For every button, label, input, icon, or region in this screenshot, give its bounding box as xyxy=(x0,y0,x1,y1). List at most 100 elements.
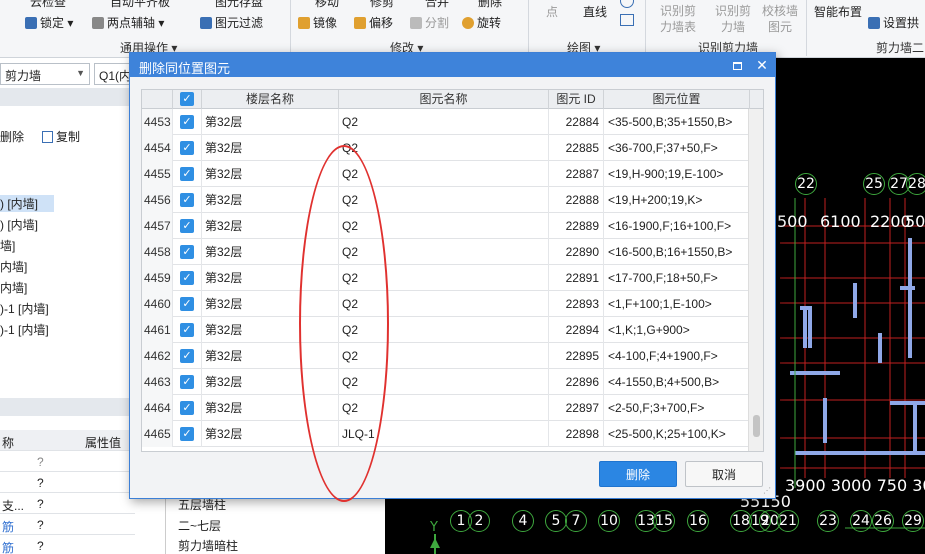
auto-level-slab-button[interactable]: 自动平齐板 xyxy=(110,0,170,10)
floor-cell: 第32层 xyxy=(202,239,339,265)
delete-item-button[interactable]: 删除 xyxy=(0,128,24,145)
select-all-checkbox[interactable]: ✓ xyxy=(180,92,194,106)
position-column-header[interactable]: 图元位置 xyxy=(604,90,750,109)
move-button[interactable]: 移动 xyxy=(315,0,339,10)
list-item[interactable]: ) [内墙] xyxy=(0,216,38,233)
list-item[interactable]: )-1 [内墙] xyxy=(0,321,49,338)
lock-button[interactable]: 锁定 ▾ xyxy=(25,14,73,31)
table-row[interactable]: 4458 ✓ 第32层 Q2 22890 <16-500,B;16+1550,B> xyxy=(142,239,750,265)
tree-node[interactable]: 剪力墙暗柱 xyxy=(178,537,238,554)
list-item[interactable]: 墙] xyxy=(0,237,15,254)
two-point-axis-button[interactable]: 两点辅轴 ▾ xyxy=(92,14,164,31)
tree-node[interactable]: 二~七层 xyxy=(178,517,221,534)
offset-button[interactable]: 偏移 xyxy=(354,14,393,31)
row-checkbox[interactable]: ✓ xyxy=(180,167,194,181)
row-checkbox[interactable]: ✓ xyxy=(180,375,194,389)
row-checkbox[interactable]: ✓ xyxy=(180,427,194,441)
row-checkbox[interactable]: ✓ xyxy=(180,245,194,259)
name-column-header[interactable]: 图元名称 xyxy=(339,90,549,109)
table-row[interactable]: 4462 ✓ 第32层 Q2 22895 <4-100,F;4+1900,F> xyxy=(142,343,750,369)
component-type-combo[interactable]: 剪力墙 ▼ xyxy=(0,63,90,85)
row-checkbox[interactable]: ✓ xyxy=(180,141,194,155)
maximize-icon xyxy=(732,62,742,70)
dialog-title: 删除同位置图元 xyxy=(139,61,231,76)
row-checkbox[interactable]: ✓ xyxy=(180,323,194,337)
list-item[interactable]: ) [内墙] xyxy=(0,195,54,212)
element-name-cell: Q2 xyxy=(339,291,549,317)
mirror-button[interactable]: 镜像 xyxy=(298,14,337,31)
identify-shear-wall-table-button[interactable]: 识别剪力墙表 xyxy=(655,3,701,35)
table-row[interactable]: 4457 ✓ 第32层 Q2 22889 <16-1900,F;16+100,F> xyxy=(142,213,750,239)
dimension-label: 500 xyxy=(777,212,808,231)
vertical-scrollbar[interactable] xyxy=(748,109,763,451)
element-name-cell: JLQ-1 xyxy=(339,421,549,447)
dimension-label: 3900 3000 750 3000 xyxy=(785,476,925,495)
table-row[interactable]: 4455 ✓ 第32层 Q2 22887 <19,H-900;19,E-100> xyxy=(142,161,750,187)
row-checkbox[interactable]: ✓ xyxy=(180,401,194,415)
maximize-button[interactable] xyxy=(726,55,748,75)
floor-cell: 第32层 xyxy=(202,395,339,421)
split-button[interactable]: 分割 xyxy=(410,14,449,31)
identify-shear-wall-button[interactable]: 识别剪力墙 xyxy=(710,3,756,35)
list-item[interactable]: )-1 [内墙] xyxy=(0,300,49,317)
table-row[interactable]: 4453 ✓ 第32层 Q2 22884 <35-500,B;35+1550,B> xyxy=(142,109,750,135)
id-column-header[interactable]: 图元 ID xyxy=(549,90,604,109)
merge-button[interactable]: 合并 xyxy=(425,0,449,10)
trim-button[interactable]: 修剪 xyxy=(370,0,394,10)
delete-tool-button[interactable]: 删除 xyxy=(478,0,502,10)
rotate-button[interactable]: 旋转 xyxy=(462,14,501,31)
draw-point-button[interactable]: 点 xyxy=(546,3,558,20)
scrollbar-thumb[interactable] xyxy=(753,415,760,437)
close-button[interactable]: ✕ xyxy=(751,55,773,75)
axis-bubble-bottom: 21 xyxy=(777,510,799,532)
list-item[interactable]: 内墙] xyxy=(0,258,27,275)
table-row[interactable]: 筋? xyxy=(0,514,135,535)
arch-icon xyxy=(868,17,880,29)
element-filter-button[interactable]: 图元过滤 xyxy=(200,14,263,31)
row-checkbox[interactable]: ✓ xyxy=(180,115,194,129)
floor-column-header[interactable]: 楼层名称 xyxy=(202,90,339,109)
row-checkbox[interactable]: ✓ xyxy=(180,219,194,233)
delete-button[interactable]: 删除 xyxy=(599,461,677,487)
element-name-cell: Q2 xyxy=(339,369,549,395)
element-name-cell: Q2 xyxy=(339,213,549,239)
element-save-button[interactable]: 图元存盘 xyxy=(215,0,263,10)
row-checkbox[interactable]: ✓ xyxy=(180,297,194,311)
table-row[interactable]: 4454 ✓ 第32层 Q2 22885 <36-700,F;37+50,F> xyxy=(142,135,750,161)
props-header-row: 称 属性值 xyxy=(0,430,135,451)
table-row[interactable]: 4460 ✓ 第32层 Q2 22893 <1,F+100;1,E-100> xyxy=(142,291,750,317)
axis-bubble-bottom: 4 xyxy=(512,510,534,532)
copy-item-button[interactable]: 复制 xyxy=(42,128,80,145)
table-row[interactable]: 筋? xyxy=(0,535,135,554)
table-row[interactable]: 4463 ✓ 第32层 Q2 22896 <4-1550,B;4+500,B> xyxy=(142,369,750,395)
smart-layout-button[interactable]: 智能布置 xyxy=(814,3,862,20)
resize-grip-icon[interactable]: ⋰ xyxy=(763,486,772,495)
row-checkbox-cell: ✓ xyxy=(173,317,202,343)
copy-item-label: 复制 xyxy=(56,130,81,144)
table-row[interactable]: 支...? xyxy=(0,493,135,514)
table-row[interactable]: 4464 ✓ 第32层 Q2 22897 <2-50,F;3+700,F> xyxy=(142,395,750,421)
row-checkbox[interactable]: ✓ xyxy=(180,349,194,363)
row-checkbox-cell: ✓ xyxy=(173,161,202,187)
list-item[interactable]: 内墙] xyxy=(0,279,27,296)
rect-icon[interactable] xyxy=(620,14,634,26)
element-position-cell: <4-1550,B;4+500,B> xyxy=(604,369,750,395)
cancel-button[interactable]: 取消 xyxy=(685,461,763,487)
verify-wall-element-button[interactable]: 校核墙图元 xyxy=(760,3,800,35)
table-row[interactable]: ? xyxy=(0,472,135,493)
element-position-cell: <2-50,F;3+700,F> xyxy=(604,395,750,421)
set-arch-button[interactable]: 设置拱 xyxy=(868,14,919,31)
table-row[interactable]: 4456 ✓ 第32层 Q2 22888 <19,H+200;19,K> xyxy=(142,187,750,213)
axis-bubble-bottom: 5 xyxy=(545,510,567,532)
arc-icon[interactable] xyxy=(620,0,634,8)
row-checkbox[interactable]: ✓ xyxy=(180,271,194,285)
prop-name: 筋 xyxy=(2,541,15,554)
draw-line-button[interactable]: 直线 xyxy=(583,3,607,20)
cloud-check-button[interactable]: 云检查 xyxy=(30,0,66,10)
table-row[interactable]: 4461 ✓ 第32层 Q2 22894 <1,K;1,G+900> xyxy=(142,317,750,343)
row-checkbox[interactable]: ✓ xyxy=(180,193,194,207)
table-row[interactable]: ? xyxy=(0,451,135,472)
table-row[interactable]: 4465 ✓ 第32层 JLQ-1 22898 <25-500,K;25+100,K> xyxy=(142,421,750,447)
table-row[interactable]: 4459 ✓ 第32层 Q2 22891 <17-700,F;18+50,F> xyxy=(142,265,750,291)
component-name-combo[interactable]: Q1(内 xyxy=(94,63,132,85)
